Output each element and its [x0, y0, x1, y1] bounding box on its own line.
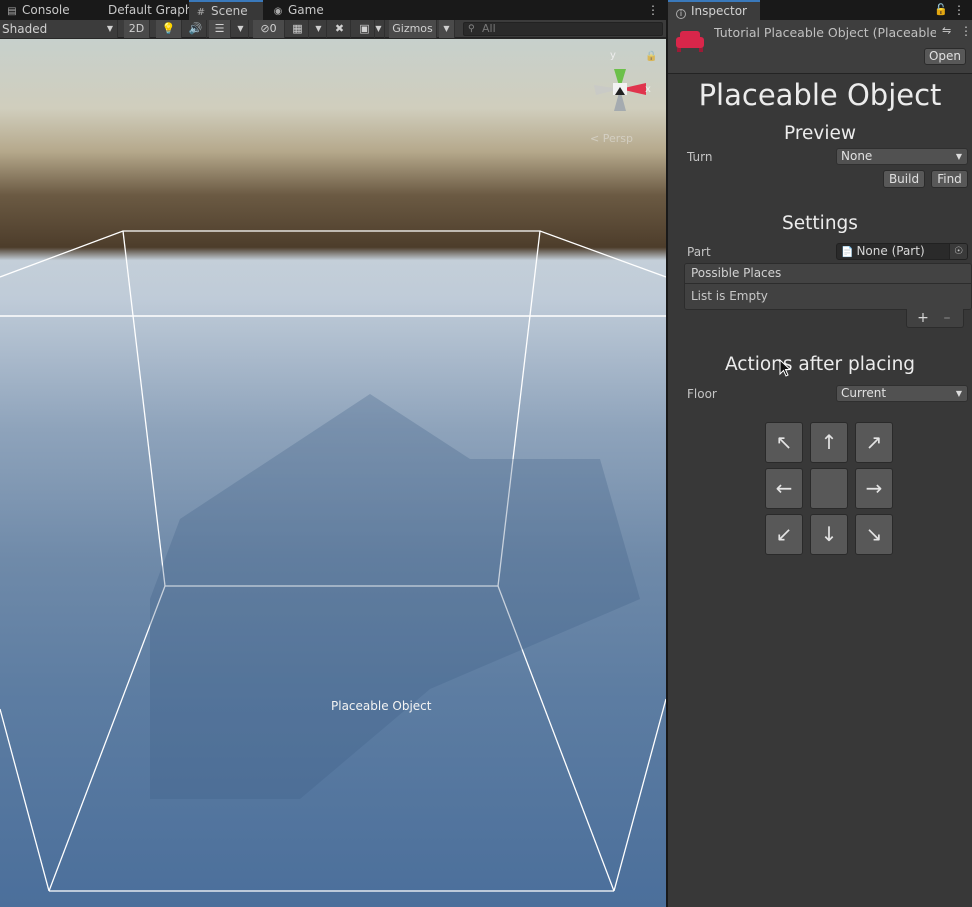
- tab-graph-label: Default Graph: [108, 3, 193, 17]
- scene-viewport[interactable]: Placeable Object y x 🔒 < Persp: [0, 39, 666, 907]
- turn-dropdown[interactable]: None ▼: [836, 148, 968, 165]
- page-title: Placeable Object: [698, 78, 942, 112]
- search-placeholder: All: [482, 22, 496, 35]
- tab-scene-label: Scene: [211, 4, 248, 18]
- camera-dropdown-icon[interactable]: ▼: [373, 20, 385, 38]
- lighting-toggle-icon[interactable]: 💡: [156, 20, 182, 38]
- arrow-up-left-button[interactable]: ↖: [765, 422, 803, 463]
- grid-toggle-icon[interactable]: ▦: [287, 20, 309, 38]
- asset-title: Tutorial Placeable Object (Placeable: [714, 25, 936, 40]
- gamepad-icon: ◉: [273, 6, 283, 17]
- console-icon: ▤: [7, 6, 17, 17]
- hidden-count: 0: [269, 22, 277, 35]
- chevron-down-icon: ▼: [955, 152, 962, 161]
- arrow-up-right-button[interactable]: ↗: [855, 422, 893, 463]
- turn-label: Turn: [687, 150, 713, 164]
- settings-sliders-icon[interactable]: ⇋: [942, 24, 956, 37]
- arrow-down-left-button[interactable]: ↙: [765, 514, 803, 555]
- scene-render: [0, 230, 666, 892]
- tab-bar: ▤ Console Default Graph # Scene ◉ Game ⋮: [0, 0, 666, 20]
- tab-game-label: Game: [288, 3, 324, 17]
- inspector-panel: i Inspector 🔓 ⋮ Tutorial Placeable Object…: [668, 0, 972, 907]
- floor-label: Floor: [687, 387, 717, 401]
- floor-value: Current: [841, 386, 887, 400]
- tab-console-label: Console: [22, 3, 70, 17]
- gizmo-lock-icon[interactable]: 🔒: [645, 51, 657, 62]
- tools-icon[interactable]: ✖: [329, 20, 351, 38]
- kebab-menu-icon[interactable]: ⋮: [960, 24, 972, 38]
- gizmos-button[interactable]: Gizmos: [389, 20, 437, 38]
- audio-toggle-icon[interactable]: 🔊: [185, 20, 207, 38]
- mouse-cursor-icon: [779, 359, 791, 377]
- scene-visibility-toggle[interactable]: ⊘0: [253, 20, 285, 38]
- effects-dropdown-icon[interactable]: ▼: [233, 20, 249, 38]
- part-object-field[interactable]: 📄 None (Part) ☉: [836, 243, 968, 260]
- find-button[interactable]: Find: [931, 170, 968, 188]
- asset-header: Tutorial Placeable Object (Placeable ⇋ ⋮…: [668, 20, 972, 74]
- tab-default-graph[interactable]: Default Graph: [86, 0, 192, 20]
- tab-inspector-label: Inspector: [691, 4, 747, 18]
- arrow-down-right-button[interactable]: ↘: [855, 514, 893, 555]
- remove-item-button[interactable]: –: [939, 309, 955, 327]
- build-button[interactable]: Build: [883, 170, 925, 188]
- shading-mode-value: Shaded: [2, 22, 48, 36]
- lock-icon[interactable]: 🔓: [934, 0, 948, 20]
- eye-slash-icon: ⊘: [260, 22, 270, 35]
- search-icon: ⚲: [468, 24, 475, 34]
- turn-value: None: [841, 149, 873, 163]
- arrow-right-button[interactable]: →: [855, 468, 893, 509]
- gizmo-y-label: y: [610, 50, 616, 61]
- kebab-menu-icon[interactable]: ⋮: [952, 0, 966, 20]
- info-icon: i: [676, 9, 686, 19]
- toggle-2d-button[interactable]: 2D: [124, 20, 150, 38]
- chevron-down-icon: ▼: [106, 24, 113, 33]
- section-actions-heading: Actions after placing: [724, 354, 916, 375]
- object-shadow: [150, 394, 640, 799]
- sofa-asset-icon: [676, 31, 704, 52]
- projection-label[interactable]: < Persp: [590, 132, 633, 145]
- gizmo-x-label: x: [645, 84, 651, 95]
- list-footer: + –: [906, 309, 964, 328]
- list-empty-text: List is Empty: [685, 284, 971, 309]
- possible-places-list: Possible Places List is Empty: [684, 263, 972, 310]
- center-button[interactable]: [810, 468, 848, 509]
- tab-scene[interactable]: # Scene: [189, 0, 263, 20]
- floor-dropdown[interactable]: Current ▼: [836, 385, 968, 402]
- add-item-button[interactable]: +: [915, 309, 931, 327]
- chevron-down-icon: ▼: [955, 389, 962, 398]
- section-settings-heading: Settings: [782, 213, 858, 234]
- scene-search-input[interactable]: ⚲ All: [463, 22, 663, 36]
- scene-toolbar: Shaded ▼ 2D 💡 🔊 ☰ ▼ ⊘0 ▦ ▼ ✖ ▣ ▼ Gizmos …: [0, 20, 666, 38]
- file-icon: 📄: [841, 247, 854, 258]
- camera-icon[interactable]: ▣: [355, 20, 375, 38]
- arrow-left-button[interactable]: ←: [765, 468, 803, 509]
- part-value: None (Part): [856, 244, 925, 258]
- grid-dropdown-icon[interactable]: ▼: [311, 20, 327, 38]
- section-preview-heading: Preview: [783, 123, 856, 144]
- arrow-up-button[interactable]: ↑: [810, 422, 848, 463]
- arrow-down-button[interactable]: ↓: [810, 514, 848, 555]
- inspector-tab-bar: i Inspector 🔓 ⋮: [668, 0, 972, 20]
- open-button[interactable]: Open: [924, 48, 966, 65]
- tab-inspector[interactable]: i Inspector: [668, 0, 760, 20]
- list-header[interactable]: Possible Places: [685, 264, 971, 284]
- tab-game[interactable]: ◉ Game: [266, 0, 346, 20]
- object-label: Placeable Object: [331, 699, 432, 713]
- scene-panel: ▤ Console Default Graph # Scene ◉ Game ⋮ Sh…: [0, 0, 666, 907]
- object-picker-icon[interactable]: ☉: [949, 244, 967, 259]
- kebab-menu-icon[interactable]: ⋮: [646, 0, 660, 20]
- gizmos-dropdown-icon[interactable]: ▼: [439, 20, 455, 38]
- shading-mode-dropdown[interactable]: Shaded ▼: [0, 20, 118, 38]
- part-label: Part: [687, 245, 711, 259]
- effects-toggle-icon[interactable]: ☰: [209, 20, 231, 38]
- tab-console[interactable]: ▤ Console: [0, 0, 80, 20]
